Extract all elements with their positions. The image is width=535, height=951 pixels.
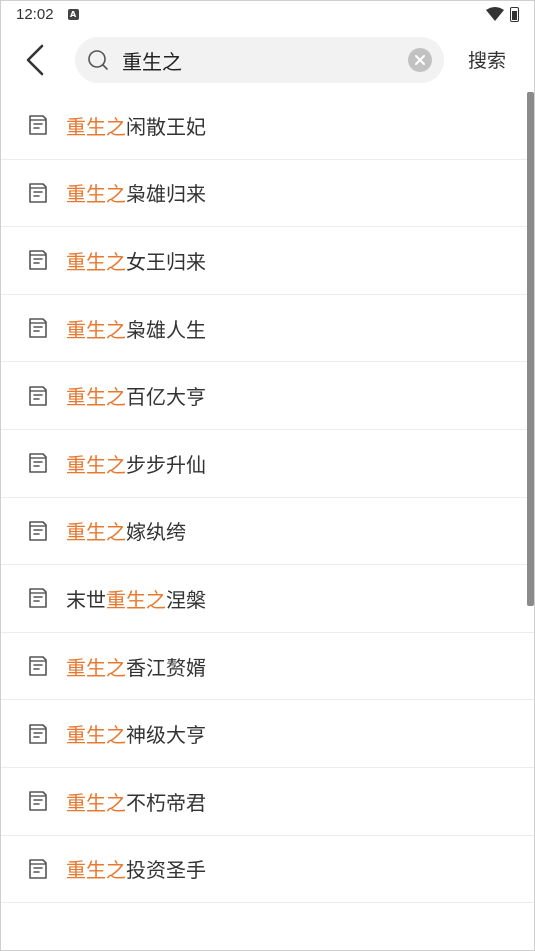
book-icon [29, 115, 47, 136]
book-icon [29, 859, 47, 879]
suggestion-text: 末世重生之涅槃 [66, 584, 206, 613]
suggestion-suffix: 枭雄归来 [126, 182, 206, 207]
suggestion-text: 重生之嫁纨绔 [66, 516, 186, 545]
search-header: 搜索 [0, 28, 535, 92]
book-icon [29, 791, 47, 812]
search-input[interactable] [122, 37, 392, 83]
suggestion-match: 重生之 [66, 520, 126, 545]
suggestion-text: 重生之枭雄人生 [66, 314, 206, 343]
book-icon [29, 385, 47, 406]
status-icons [486, 6, 519, 22]
suggestion-suffix: 枭雄人生 [126, 317, 206, 342]
book-icon [29, 656, 47, 676]
book-icon [29, 183, 47, 203]
book-icon [29, 723, 47, 744]
book-icon [29, 453, 47, 474]
list-item[interactable]: 重生之嫁纨绔 [0, 498, 535, 566]
suggestion-suffix: 神级大亨 [126, 723, 206, 748]
suggestion-match: 重生之 [66, 723, 126, 748]
suggestion-suffix: 女王归来 [126, 249, 206, 274]
suggestion-match: 重生之 [66, 790, 126, 815]
suggestion-suffix: 步步升仙 [126, 452, 206, 477]
suggestion-text: 重生之香江赘婿 [66, 652, 206, 681]
suggestion-suffix: 百亿大亨 [126, 385, 206, 410]
suggestion-match: 重生之 [106, 587, 166, 612]
suggestion-text: 重生之不朽帝君 [66, 787, 206, 816]
chevron-left-icon [26, 44, 44, 76]
status-bar: 12:02 A [0, 0, 535, 28]
list-item[interactable]: 重生之神级大亨 [0, 700, 535, 768]
list-item[interactable]: 重生之闲散王妃 [0, 92, 535, 160]
suggestion-text: 重生之神级大亨 [66, 719, 206, 748]
book-icon [29, 318, 47, 338]
list-item[interactable]: 重生之不朽帝君 [0, 768, 535, 836]
clear-icon[interactable] [408, 48, 432, 72]
status-time: 12:02 [16, 5, 54, 23]
search-box[interactable] [75, 37, 444, 83]
bottom-bar [0, 921, 535, 951]
wifi-icon [486, 7, 504, 21]
book-icon [29, 588, 47, 609]
suggestion-text: 重生之百亿大亨 [66, 381, 206, 410]
list-item[interactable]: 重生之百亿大亨 [0, 362, 535, 430]
back-button[interactable] [18, 40, 52, 80]
suggestion-suffix: 嫁纨绔 [126, 520, 186, 545]
suggestion-text: 重生之投资圣手 [66, 854, 206, 883]
scrollbar[interactable] [527, 92, 534, 606]
suggestion-match: 重生之 [66, 182, 126, 207]
suggestion-text: 重生之闲散王妃 [66, 111, 206, 140]
suggestion-suffix: 涅槃 [166, 587, 206, 612]
suggestion-match: 重生之 [66, 655, 126, 680]
a-icon: A [67, 8, 79, 20]
suggestion-suffix: 闲散王妃 [126, 114, 206, 139]
suggestion-list: 重生之闲散王妃 重生之枭雄归来 重生之女王归来 重生之枭雄人生 重生之百亿大亨 重生之步步… [0, 92, 535, 951]
suggestion-text: 重生之枭雄归来 [66, 178, 206, 207]
suggestion-match: 重生之 [66, 452, 126, 477]
list-item[interactable]: 重生之香江赘婿 [0, 633, 535, 701]
search-button[interactable]: 搜索 [468, 46, 506, 73]
battery-icon [510, 6, 519, 22]
suggestion-match: 重生之 [66, 114, 126, 139]
suggestion-match: 重生之 [66, 385, 126, 410]
book-icon [29, 521, 47, 541]
suggestion-match: 重生之 [66, 249, 126, 274]
suggestion-suffix: 投资圣手 [126, 858, 206, 883]
suggestion-suffix: 不朽帝君 [126, 790, 206, 815]
book-icon [29, 250, 47, 271]
suggestion-match: 重生之 [66, 317, 126, 342]
list-item[interactable]: 末世重生之涅槃 [0, 565, 535, 633]
suggestion-match: 重生之 [66, 858, 126, 883]
list-item[interactable]: 重生之投资圣手 [0, 836, 535, 904]
list-item[interactable]: 重生之女王归来 [0, 227, 535, 295]
suggestion-suffix: 香江赘婿 [126, 655, 206, 680]
search-icon [88, 50, 108, 70]
list-item[interactable]: 重生之枭雄归来 [0, 160, 535, 228]
suggestion-text: 重生之步步升仙 [66, 449, 206, 478]
suggestion-text: 重生之女王归来 [66, 246, 206, 275]
list-item[interactable]: 重生之枭雄人生 [0, 295, 535, 363]
suggestion-prefix: 末世 [66, 587, 106, 612]
list-item[interactable]: 重生之步步升仙 [0, 430, 535, 498]
